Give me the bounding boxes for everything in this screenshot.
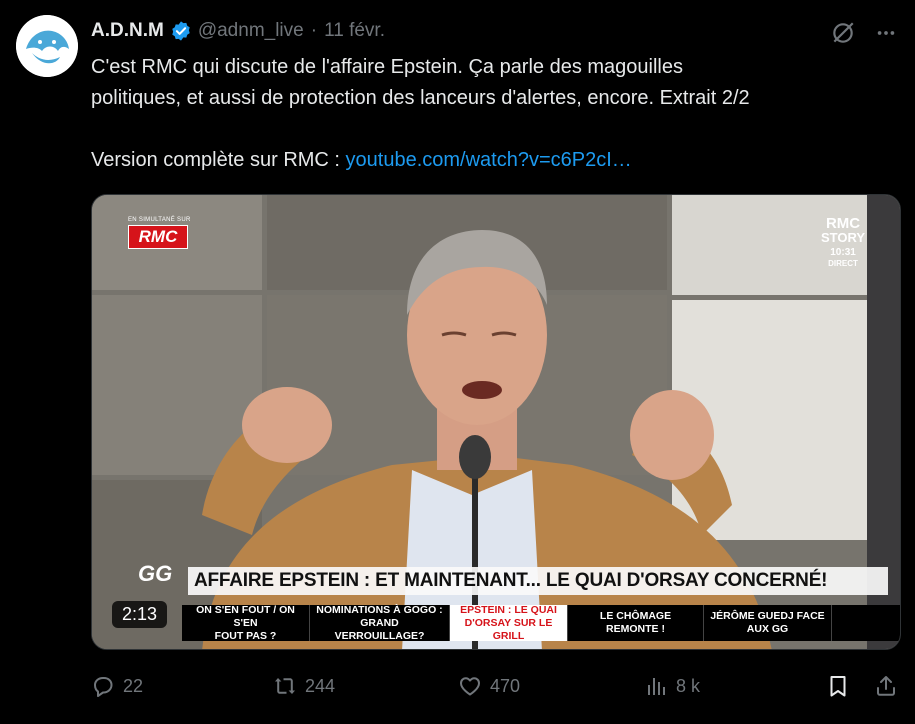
- show-logo: GG: [138, 561, 173, 586]
- news-ticker: ON S'EN FOUT / ON S'EN FOUT PAS ? NOMINA…: [182, 603, 900, 642]
- separator-dot: ·: [310, 20, 318, 41]
- ticker-line: GRAND VERROUILLAGE?: [334, 616, 425, 642]
- like-icon: [460, 677, 480, 696]
- bookmark-icon: [830, 676, 846, 697]
- ticker-item: ON S'EN FOUT / ON S'EN FOUT PAS ?: [182, 603, 310, 642]
- story-logo-line2: STORY: [821, 230, 866, 245]
- views-icon: [648, 678, 665, 695]
- like-button[interactable]: 470: [458, 668, 520, 704]
- ticker-line: AUX GG: [746, 623, 789, 635]
- ticker-line: JÉRÔME GUEDJ FACE: [710, 610, 825, 622]
- repost-button[interactable]: 244: [273, 668, 335, 704]
- avatar[interactable]: [16, 15, 78, 77]
- ticker-item-active: EPSTEIN : LE QUAI D'ORSAY SUR LE GRILL: [450, 603, 568, 642]
- reply-button[interactable]: 22: [91, 668, 143, 704]
- reply-count: 22: [123, 675, 144, 696]
- like-count: 470: [490, 675, 521, 696]
- share-button[interactable]: [874, 668, 898, 704]
- share-icon: [877, 676, 895, 696]
- ticker-line: NOMINATIONS À GOGO :: [316, 603, 443, 616]
- simulcast-label: EN SIMULTANÉ SUR: [128, 217, 191, 223]
- rmc-story-logo: RMC STORY 10:31 DIRECT: [821, 215, 866, 269]
- ticker-line: EPSTEIN : LE QUAI: [460, 603, 557, 616]
- grok-icon[interactable]: [828, 19, 858, 47]
- action-bar: 22 244 470 8 k: [91, 668, 906, 704]
- tweet-line-prefix: Version complète sur RMC :: [91, 149, 346, 171]
- ticker-item: LE CHÔMAGE REMONTE !: [568, 605, 704, 641]
- ticker-line: ON S'EN FOUT / ON S'EN: [196, 603, 295, 629]
- tweet-line: politiques, et aussi de protection des l…: [91, 87, 750, 109]
- video-duration: 2:13: [112, 601, 168, 628]
- ticker-line: FOUT PAS ?: [214, 629, 277, 642]
- headline-banner: AFFAIRE EPSTEIN : ET MAINTENANT... LE QU…: [188, 567, 888, 595]
- bookmark-button[interactable]: [826, 668, 850, 704]
- views-count: 8 k: [676, 675, 701, 696]
- views-button[interactable]: 8 k: [644, 668, 700, 704]
- repost-count: 244: [305, 675, 336, 696]
- author-handle[interactable]: @adnm_live: [198, 20, 304, 42]
- tweet-text: C'est RMC qui discute de l'affaire Epste…: [91, 52, 901, 176]
- tweet-line: Version complète sur RMC : youtube.com/w…: [91, 145, 901, 176]
- live-label: DIRECT: [828, 259, 858, 268]
- tweet-link[interactable]: youtube.com/watch?v=c6P2cI…: [346, 149, 632, 171]
- more-icon[interactable]: [871, 19, 901, 47]
- repost-icon: [275, 678, 295, 694]
- reply-icon: [94, 677, 113, 697]
- verified-badge-icon: [170, 20, 192, 42]
- ticker-item: NOMINATIONS À GOGO : GRAND VERROUILLAGE?: [310, 603, 450, 642]
- ticker-line: LE CHÔMAGE REMONTE !: [599, 610, 672, 635]
- rmc-logo: RMC: [128, 225, 188, 249]
- ticker-item: JÉRÔME GUEDJ FACE AUX GG: [704, 605, 832, 641]
- clock: 10:31: [830, 247, 856, 258]
- tweet-date[interactable]: 11 févr.: [324, 20, 385, 42]
- ticker-line: D'ORSAY SUR LE GRILL: [464, 616, 553, 642]
- author-name[interactable]: A.D.N.M: [91, 20, 164, 42]
- video-player[interactable]: EN SIMULTANÉ SUR RMC RMC STORY 10:31 DIR…: [91, 194, 901, 650]
- tweet-header: A.D.N.M @adnm_live · 11 févr.: [91, 18, 385, 44]
- story-logo-line1: RMC: [825, 215, 861, 232]
- avatar-logo-icon: [16, 15, 78, 77]
- tweet-line: C'est RMC qui discute de l'affaire Epste…: [91, 56, 684, 78]
